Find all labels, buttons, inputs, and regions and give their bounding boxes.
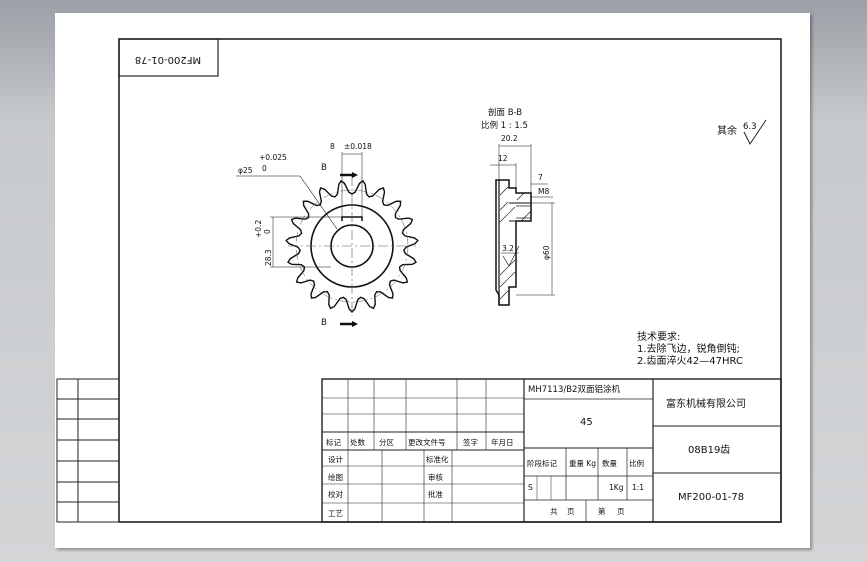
section-scale: 比例 1 : 1.5 bbox=[481, 120, 528, 131]
rev-header-1: 处数 bbox=[350, 437, 365, 447]
bore-tol-upper: +0.025 bbox=[259, 153, 287, 162]
tech-req-line2: 2.齿面淬火42—47HRC bbox=[637, 354, 743, 367]
scale-value: 1:1 bbox=[632, 483, 644, 492]
sheets-total-label: 共 bbox=[550, 507, 558, 516]
qty-header: 数量 bbox=[602, 458, 617, 468]
project-name: MH7113/B2双面铝涂机 bbox=[528, 384, 620, 395]
rotated-drawing-number: MF200-01-78 bbox=[135, 54, 201, 65]
tech-req-heading: 技术要求: bbox=[637, 330, 680, 343]
section-view: 剖面 B-B 比例 1 : 1.5 20.2 12 7 M8 φ60 3.2 bbox=[481, 107, 555, 306]
sheet-label: 第 bbox=[598, 506, 606, 516]
bore-tol-lower: 0 bbox=[262, 164, 267, 173]
part-name: 08B19齿 bbox=[688, 444, 730, 456]
key-depth-tol-upper: +0.2 bbox=[254, 220, 263, 238]
title-block-text: MH7113/B2双面铝涂机 富东机械有限公司 45 08B19齿 MF200-… bbox=[326, 384, 746, 518]
role-review: 审核 bbox=[428, 472, 443, 482]
stage-value: S bbox=[528, 483, 533, 492]
role-check: 校对 bbox=[328, 489, 343, 499]
section-profile bbox=[495, 179, 532, 306]
scale-header: 比例 bbox=[629, 458, 644, 468]
material: 45 bbox=[580, 417, 593, 428]
drawing-canvas: MF200-01-78 B B φ25 +0.025 0 8 ±0.018 28… bbox=[56, 38, 782, 523]
section-mark-top: B bbox=[321, 163, 327, 173]
weight-value: 1Kg bbox=[609, 483, 624, 492]
rev-header-4: 签字 bbox=[463, 437, 478, 447]
rev-header-2: 分区 bbox=[379, 438, 394, 447]
rev-header-5: 年月日 bbox=[491, 437, 514, 447]
rev-header-0: 标记 bbox=[326, 437, 341, 447]
section-roughness: 3.2 bbox=[502, 244, 514, 253]
section-title: 剖面 B-B bbox=[488, 107, 522, 118]
role-process: 工艺 bbox=[328, 509, 343, 518]
drawing-number: MF200-01-78 bbox=[678, 492, 744, 503]
role-draw: 绘图 bbox=[328, 472, 343, 482]
role-approve: 批准 bbox=[428, 489, 443, 499]
tech-req-line1: 1.去除飞边，锐角倒钝; bbox=[637, 342, 740, 355]
section-tooth-dimension: 7 bbox=[538, 173, 543, 182]
roughness-label: 其余 bbox=[717, 124, 737, 137]
sheets-unit-2: 页 bbox=[617, 507, 625, 516]
sprocket-front-view: B B φ25 +0.025 0 8 ±0.018 28.3 +0.2 0 bbox=[236, 142, 419, 328]
key-depth-tol-lower: 0 bbox=[263, 229, 272, 234]
section-hub-dimension: 12 bbox=[498, 154, 508, 163]
margin-table bbox=[56, 378, 120, 523]
role-standard: 标准化 bbox=[426, 454, 449, 464]
section-diameter: φ60 bbox=[542, 245, 551, 260]
company-name: 富东机械有限公司 bbox=[666, 397, 746, 410]
key-depth-dimension: 28.3 bbox=[264, 249, 273, 266]
sheets-unit-1: 页 bbox=[567, 507, 575, 516]
section-width-dimension: 20.2 bbox=[501, 134, 518, 143]
stage-header: 阶段标记 bbox=[527, 458, 557, 468]
roughness-value: 6.3 bbox=[743, 122, 757, 132]
role-design: 设计 bbox=[328, 454, 343, 464]
key-width-dimension: 8 bbox=[330, 142, 335, 151]
weight-header: 重量 Kg bbox=[569, 459, 596, 468]
section-thread: M8 bbox=[538, 187, 549, 196]
bore-dimension: φ25 bbox=[238, 166, 253, 175]
key-width-tolerance: ±0.018 bbox=[344, 142, 372, 151]
rev-header-3: 更改文件号 bbox=[408, 437, 446, 447]
section-mark-bottom: B bbox=[321, 318, 327, 328]
